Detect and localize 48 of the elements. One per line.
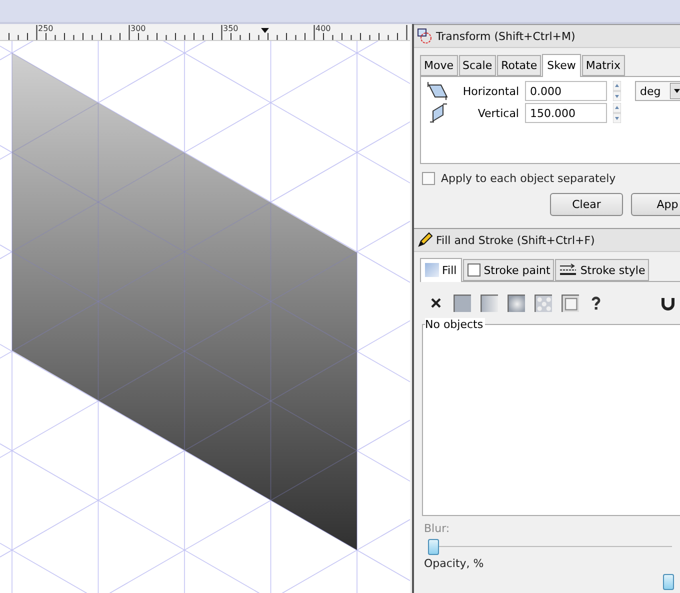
dialog-button[interactable]: App <box>631 193 680 216</box>
checkbox[interactable] <box>422 172 435 185</box>
tab[interactable]: Rotate <box>497 55 542 76</box>
tab[interactable]: Matrix <box>582 55 624 76</box>
number-field[interactable]: 0.000 <box>525 81 607 101</box>
ruler-label: 300 <box>130 24 146 33</box>
ruler-label: 250 <box>38 24 54 33</box>
flat-paint-icon <box>453 294 471 312</box>
canvas[interactable] <box>0 41 410 593</box>
field-label: Horizontal <box>462 84 519 98</box>
dialog-button[interactable]: Clear <box>550 193 623 216</box>
skew-vertical-icon <box>427 103 449 123</box>
field-label: Vertical <box>476 106 519 120</box>
swatch-icon <box>561 294 579 312</box>
checkbox-label: Apply to each object separately <box>441 172 616 185</box>
spin-buttons[interactable] <box>613 81 621 101</box>
tab[interactable]: Move <box>420 55 458 76</box>
loop-icon <box>660 295 676 311</box>
ruler-label: 400 <box>316 24 331 33</box>
slider-label: Blur: <box>423 521 451 535</box>
number-field[interactable]: 150.000 <box>525 103 607 123</box>
skewed-parallelogram[interactable] <box>12 52 357 550</box>
radial-gradient-icon <box>507 294 525 312</box>
pen-icon <box>417 232 433 248</box>
transform-icon <box>417 28 433 44</box>
pointer-marker-icon <box>261 28 269 33</box>
tab[interactable]: Stroke style <box>555 259 650 281</box>
dropdown-arrow-icon <box>670 83 680 99</box>
slider-label: Opacity, % <box>423 556 485 570</box>
slider-thumb[interactable] <box>663 574 674 590</box>
skew-horizontal-icon <box>427 81 449 101</box>
spin-buttons[interactable] <box>613 103 621 123</box>
unit-dropdown[interactable]: deg <box>635 81 680 101</box>
slider-thumb[interactable] <box>428 539 439 555</box>
dialog-title: Fill and Stroke (Shift+Ctrl+F) <box>436 234 595 246</box>
tab[interactable]: Fill <box>420 258 462 282</box>
dialog-title: Transform (Shift+Ctrl+M) <box>436 30 576 42</box>
linear-gradient-icon <box>480 294 498 312</box>
pattern-icon <box>534 294 552 312</box>
stroke-style-icon <box>559 263 578 277</box>
frame-label: No objects <box>425 318 486 331</box>
tab[interactable]: Scale <box>458 55 496 76</box>
ruler-label: 350 <box>223 24 238 33</box>
tab[interactable]: Stroke paint <box>462 259 554 281</box>
slider-track[interactable] <box>428 539 672 553</box>
tab[interactable]: Skew <box>542 54 581 77</box>
fill-swatch-icon <box>425 263 439 277</box>
stroke-square-icon <box>466 263 481 277</box>
